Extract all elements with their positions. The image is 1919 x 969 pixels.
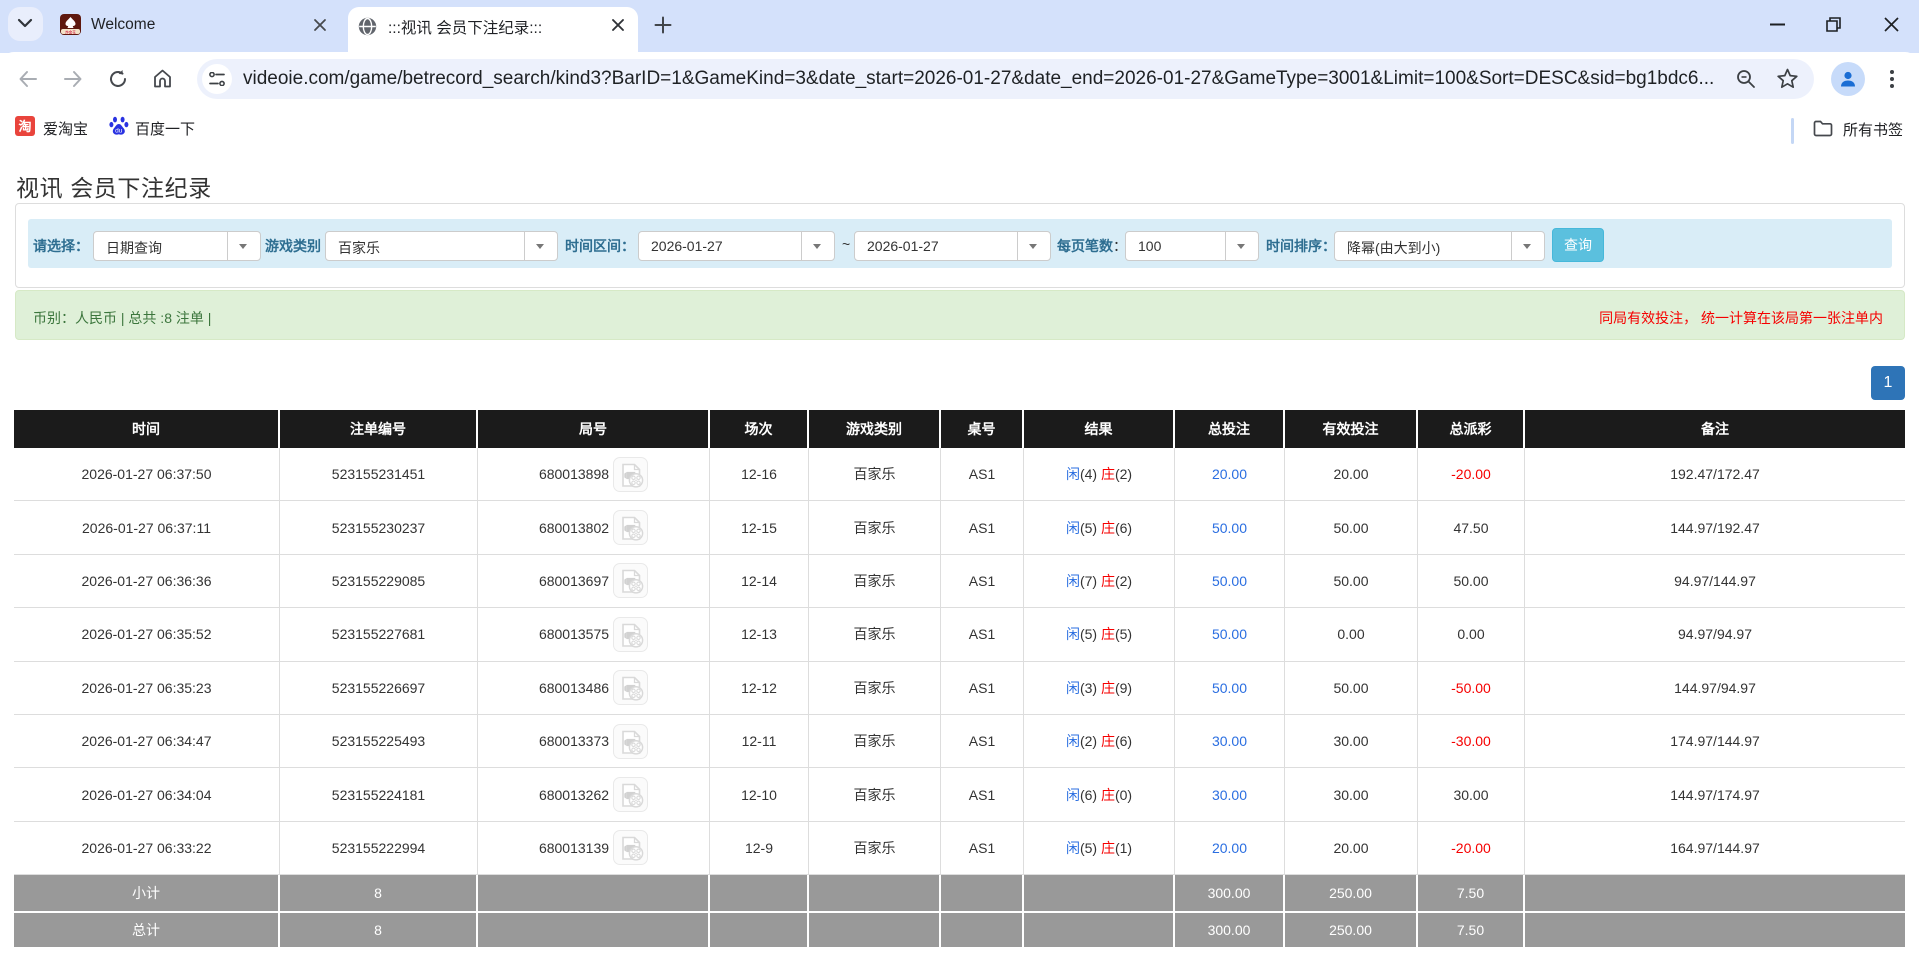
svg-text:淘: 淘 [18, 119, 31, 134]
svg-text:du: du [115, 128, 123, 135]
svg-text:炸金花: 炸金花 [65, 29, 76, 34]
